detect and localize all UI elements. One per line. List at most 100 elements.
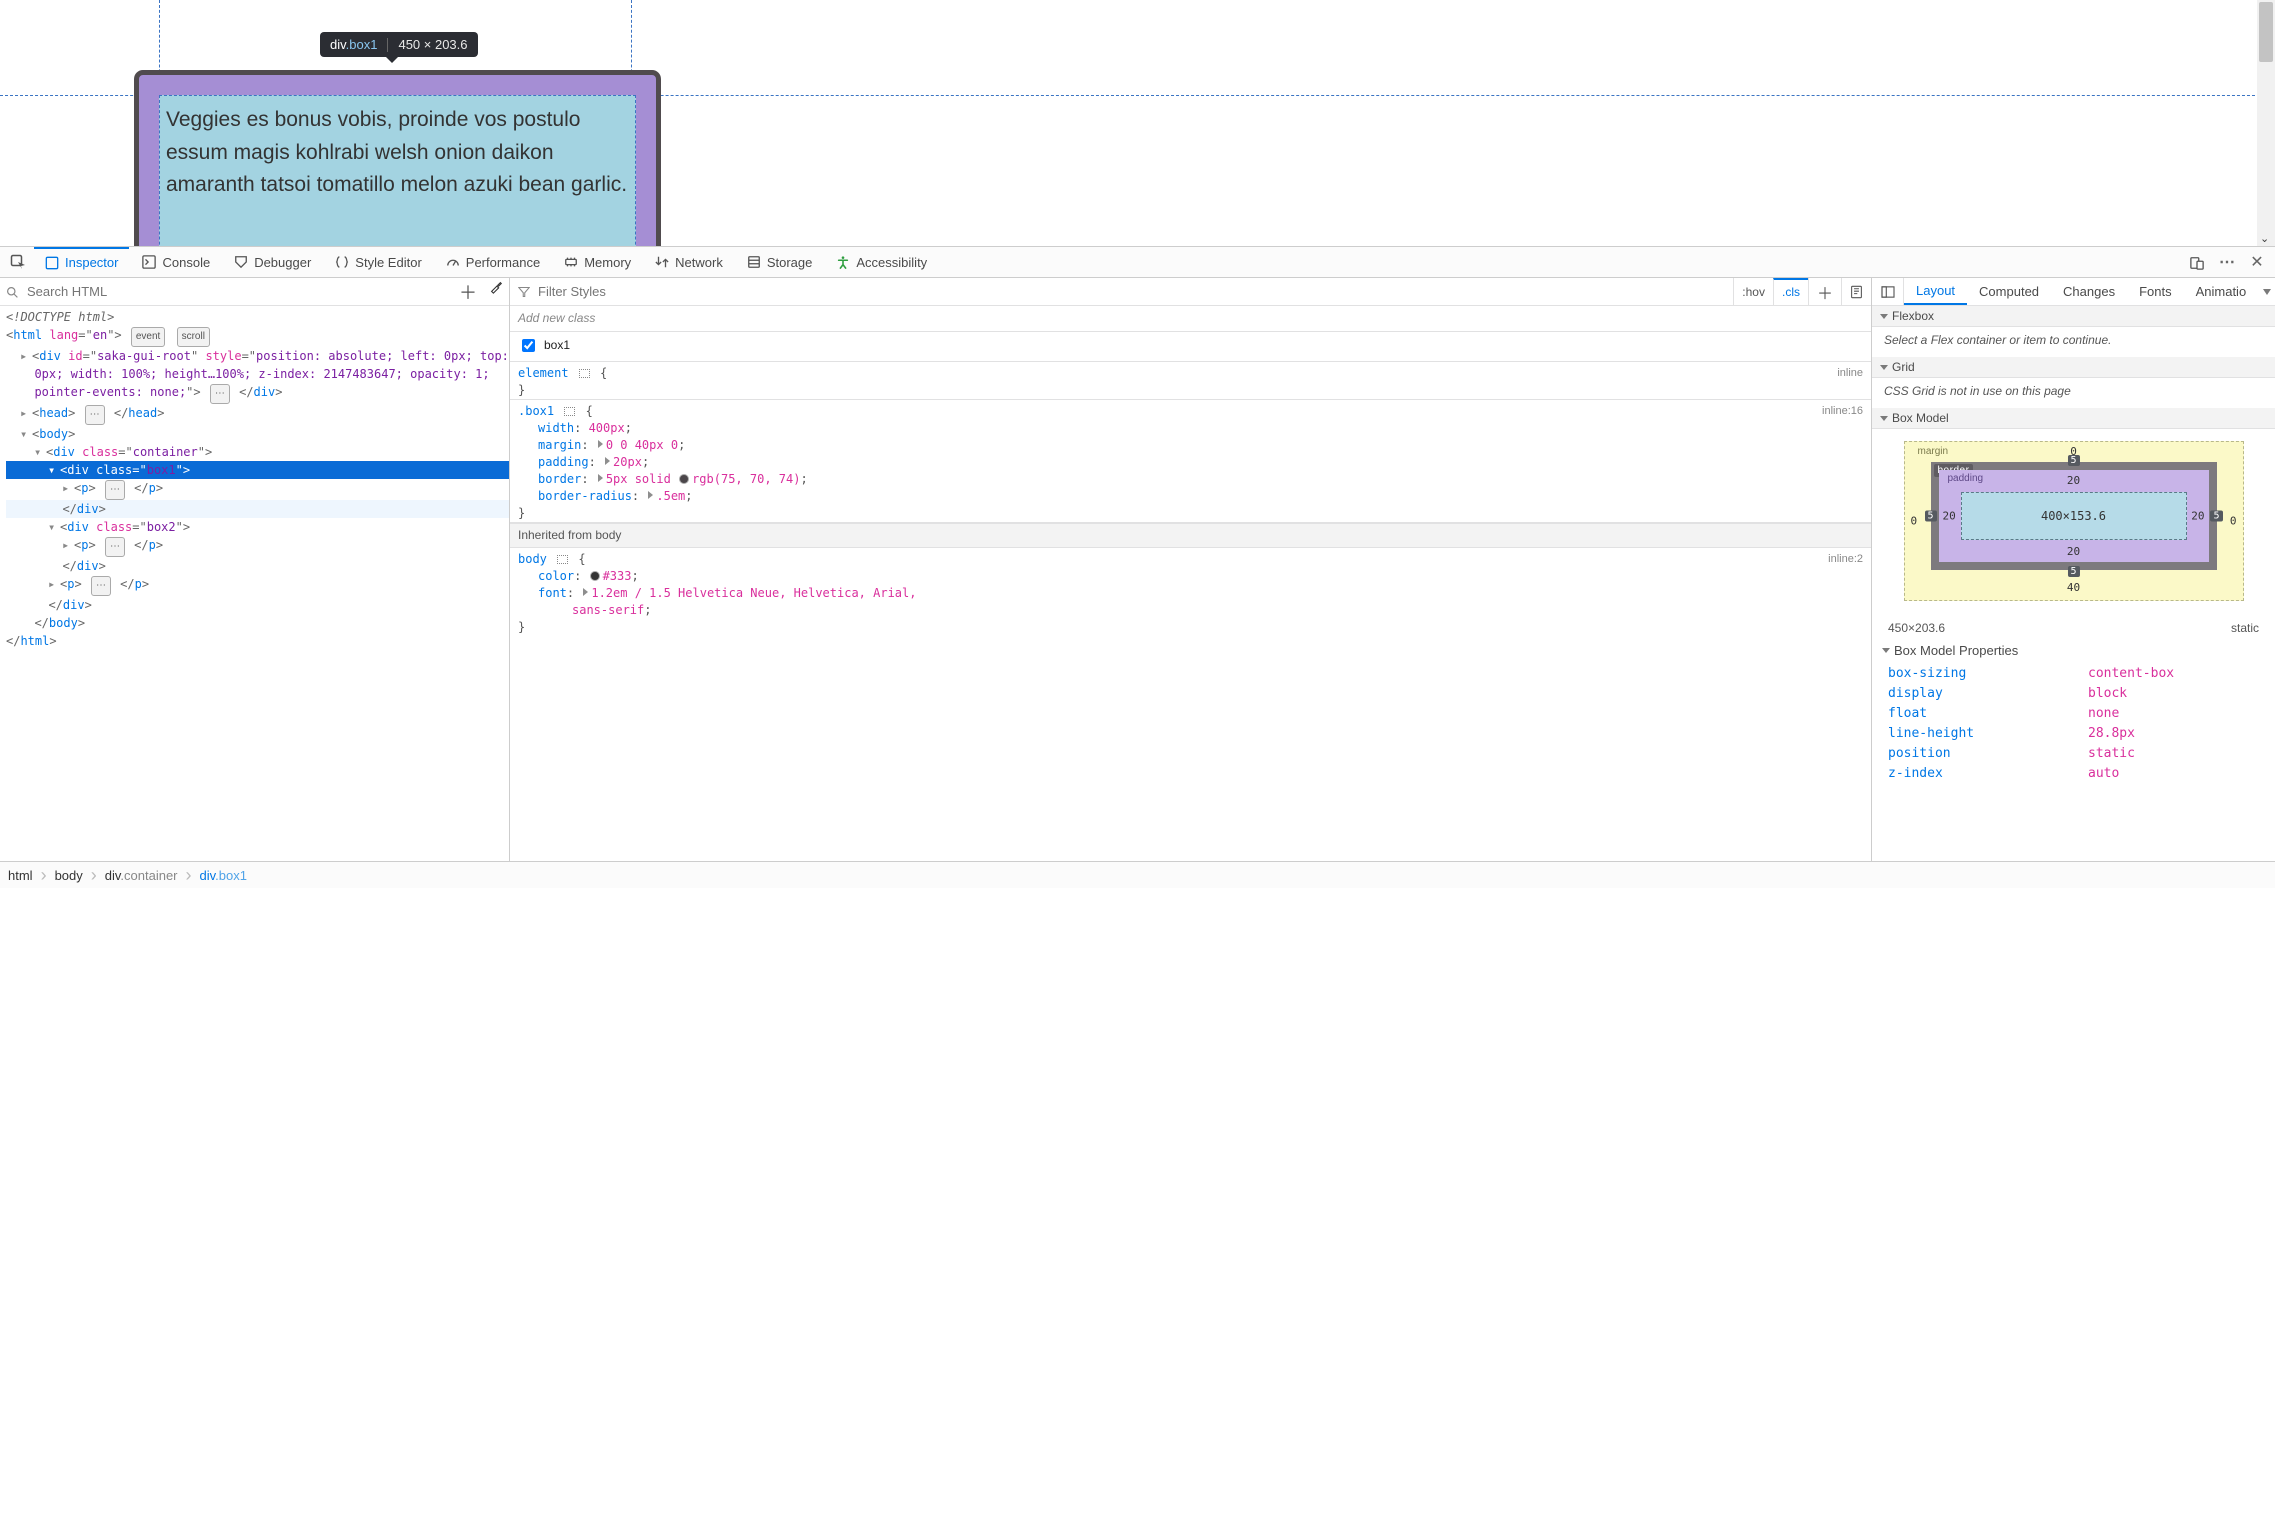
box2-p-line[interactable]: ▸<p> ⋯ </p> — [6, 536, 509, 557]
cls-toggle[interactable]: .cls — [1773, 278, 1808, 305]
bm-prop-box-sizing[interactable]: box-sizingcontent-box — [1888, 664, 2259, 684]
crumb-container[interactable]: div.container — [105, 868, 178, 883]
color-swatch[interactable] — [679, 474, 689, 484]
bm-props-header[interactable]: Box Model Properties — [1882, 643, 2259, 658]
saka-root-line-1[interactable]: ▸<div id="saka-gui-root" style="position… — [6, 347, 509, 365]
side-tab-layout[interactable]: Layout — [1904, 278, 1967, 305]
box1-close-line[interactable]: </div> — [6, 500, 509, 518]
extra-p-line[interactable]: ▸<p> ⋯ </p> — [6, 575, 509, 596]
page-scrollbar-thumb[interactable] — [2259, 2, 2273, 62]
new-rule-icon[interactable]: ＋ — [1808, 278, 1841, 305]
decl-font-cont[interactable]: sans-serif; — [518, 602, 1863, 619]
box2-open-line[interactable]: ▾<div class="box2"> — [6, 518, 509, 536]
bm-margin-right[interactable]: 0 — [2230, 515, 2237, 528]
expand-shorthand-icon[interactable] — [583, 588, 588, 596]
side-pane-toggle-icon[interactable] — [1872, 278, 1904, 305]
expand-shorthand-icon[interactable] — [598, 440, 603, 448]
box1-p-line[interactable]: ▸<p> ⋯ </p> — [6, 479, 509, 500]
tab-accessibility[interactable]: Accessibility — [825, 247, 938, 277]
body-close-line[interactable]: </body> — [6, 614, 509, 632]
decl-color[interactable]: color: #333; — [518, 568, 1863, 585]
event-badge[interactable]: event — [131, 327, 165, 347]
scroll-badge[interactable]: scroll — [177, 327, 210, 347]
flex-highlight-icon-3[interactable] — [557, 555, 568, 564]
decl-font[interactable]: font: 1.2em / 1.5 Helvetica Neue, Helvet… — [518, 585, 1863, 602]
flexbox-header[interactable]: Flexbox — [1872, 306, 2275, 327]
bm-prop-line-height[interactable]: line-height28.8px — [1888, 724, 2259, 744]
boxmodel-diagram[interactable]: margin 0 40 0 0 border 5 5 5 5 — [1872, 429, 2275, 613]
hov-toggle[interactable]: :hov — [1733, 278, 1773, 305]
markup-search-input[interactable] — [25, 283, 453, 300]
tab-console[interactable]: Console — [131, 247, 221, 277]
html-close-line[interactable]: </html> — [6, 632, 509, 650]
decl-margin[interactable]: margin: 0 0 40px 0; — [518, 437, 1863, 454]
tab-network[interactable]: Network — [644, 247, 734, 277]
eyedropper-icon[interactable] — [489, 279, 503, 305]
tab-debugger[interactable]: Debugger — [223, 247, 322, 277]
expand-shorthand-icon[interactable] — [598, 474, 603, 482]
side-tab-computed[interactable]: Computed — [1967, 278, 2051, 305]
page-scrollbar-track[interactable]: ⌄ — [2257, 0, 2275, 246]
container-open-line[interactable]: ▾<div class="container"> — [6, 443, 509, 461]
html-open-line[interactable]: <html lang="en"> event scroll — [6, 326, 509, 347]
bm-content[interactable]: 400×153.6 — [1961, 492, 2187, 540]
bm-padding-top[interactable]: 20 — [2067, 474, 2080, 487]
bm-margin-left[interactable]: 0 — [1911, 515, 1918, 528]
add-new-class[interactable]: Add new class — [510, 306, 1871, 332]
crumb-box1[interactable]: div.box1 — [200, 868, 247, 883]
crumb-html[interactable]: html — [8, 868, 33, 883]
bm-prop-float[interactable]: floatnone — [1888, 704, 2259, 724]
bm-padding-right[interactable]: 20 — [2191, 510, 2204, 523]
box1-class-checkbox[interactable] — [522, 339, 535, 352]
tab-memory[interactable]: Memory — [553, 247, 642, 277]
decl-border-radius[interactable]: border-radius: .5em; — [518, 488, 1863, 505]
tab-inspector[interactable]: Inspector — [34, 247, 129, 277]
bm-prop-position[interactable]: positionstatic — [1888, 744, 2259, 764]
light-dark-icon[interactable] — [1841, 278, 1871, 305]
kebab-menu-icon[interactable]: ⋯ — [2213, 252, 2241, 272]
bm-border-top[interactable]: 5 — [2067, 455, 2079, 466]
saka-root-line-3[interactable]: pointer-events: none;"> ⋯ </div> — [6, 383, 509, 404]
rule-body[interactable]: inline:2 body { color: #333; font: 1.2em… — [510, 548, 1871, 636]
flex-highlight-icon[interactable] — [579, 369, 590, 378]
tab-storage[interactable]: Storage — [736, 247, 824, 277]
markup-tree[interactable]: <!DOCTYPE html> <html lang="en"> event s… — [0, 306, 509, 861]
grid-header[interactable]: Grid — [1872, 357, 2275, 378]
bm-padding-left[interactable]: 20 — [1943, 510, 1956, 523]
bm-prop-display[interactable]: displayblock — [1888, 684, 2259, 704]
boxmodel-header[interactable]: Box Model — [1872, 408, 2275, 429]
side-tab-animations[interactable]: Animatio — [2184, 278, 2259, 305]
box1-open-line-selected[interactable]: ▾<div class="box1"> — [6, 461, 509, 479]
side-tab-changes[interactable]: Changes — [2051, 278, 2127, 305]
color-swatch[interactable] — [590, 571, 600, 581]
ellipsis-badge[interactable]: ⋯ — [210, 384, 230, 404]
close-devtools-icon[interactable]: ✕ — [2243, 252, 2271, 272]
tab-style-editor[interactable]: Style Editor — [324, 247, 432, 277]
bm-border-right[interactable]: 5 — [2210, 511, 2222, 522]
add-node-icon[interactable]: ＋ — [459, 279, 477, 305]
flex-highlight-icon-2[interactable] — [564, 407, 575, 416]
expand-shorthand-icon[interactable] — [605, 457, 610, 465]
side-tab-fonts[interactable]: Fonts — [2127, 278, 2184, 305]
responsive-mode-icon[interactable] — [2183, 254, 2211, 270]
bm-prop-z-index[interactable]: z-indexauto — [1888, 764, 2259, 784]
bm-border-left[interactable]: 5 — [1925, 511, 1937, 522]
expand-shorthand-icon[interactable] — [648, 491, 653, 499]
box2-close-line[interactable]: </div> — [6, 557, 509, 575]
decl-border[interactable]: border: 5px solid rgb(75, 70, 74); — [518, 471, 1863, 488]
page-scrollbar-down[interactable]: ⌄ — [2260, 232, 2272, 244]
bm-margin-bottom[interactable]: 40 — [2067, 581, 2080, 594]
bm-border-bottom[interactable]: 5 — [2067, 566, 2079, 577]
tab-performance[interactable]: Performance — [435, 247, 551, 277]
body-open-line[interactable]: ▾<body> — [6, 425, 509, 443]
class-toggle-box1[interactable]: box1 — [510, 332, 1871, 362]
crumb-body[interactable]: body — [55, 868, 83, 883]
side-tabs-overflow-icon[interactable] — [2263, 289, 2271, 295]
container-close-line[interactable]: </div> — [6, 596, 509, 614]
saka-root-line-2[interactable]: 0px; width: 100%; height…100%; z-index: … — [6, 365, 509, 383]
bm-padding-bottom[interactable]: 20 — [2067, 545, 2080, 558]
pick-element-icon[interactable] — [4, 254, 32, 271]
decl-width[interactable]: width: 400px; — [518, 420, 1863, 437]
filter-styles-input[interactable] — [536, 283, 1725, 300]
decl-padding[interactable]: padding: 20px; — [518, 454, 1863, 471]
